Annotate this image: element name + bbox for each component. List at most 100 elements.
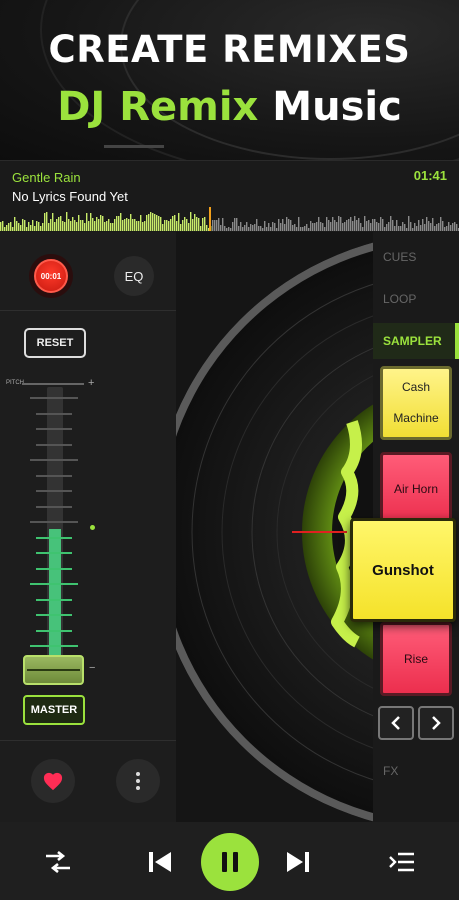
pitch-tick <box>30 459 78 461</box>
waveform-bar <box>110 223 112 231</box>
waveform-bar <box>216 220 218 231</box>
promo-headline: CREATE REMIXES <box>48 28 411 71</box>
waveform-bar <box>84 223 86 231</box>
chevron-left-icon <box>391 716 400 730</box>
waveform-bar <box>258 226 260 231</box>
waveform-bar <box>384 227 386 231</box>
pause-button[interactable] <box>201 833 259 891</box>
waveform-bar <box>56 219 58 231</box>
tab-fx[interactable]: FX <box>383 764 398 778</box>
waveform-bar <box>226 228 228 231</box>
pad-rise[interactable]: Rise <box>380 622 452 696</box>
waveform-bar <box>2 221 4 231</box>
tab-sampler[interactable]: SAMPLER <box>373 323 459 359</box>
tab-cues[interactable]: CUES <box>383 250 416 264</box>
waveform-bar <box>312 223 314 231</box>
waveform-bar <box>232 222 234 231</box>
waveform-bar <box>240 222 242 231</box>
waveform-bar <box>190 212 192 231</box>
reset-pitch-button[interactable]: RESET <box>24 328 86 358</box>
waveform-bar <box>296 227 298 231</box>
more-options-button[interactable] <box>116 759 160 803</box>
pads-next-button[interactable] <box>418 706 454 740</box>
pads-prev-button[interactable] <box>378 706 414 740</box>
waveform-bar <box>446 226 448 231</box>
waveform-bar <box>264 221 266 231</box>
waveform-bar <box>452 223 454 231</box>
waveform-bar <box>400 226 402 231</box>
waveform-bar <box>14 217 16 231</box>
queue-icon <box>389 852 414 872</box>
waveform-bar <box>434 226 436 231</box>
waveform-bar <box>6 225 8 231</box>
waveform-bar <box>98 219 100 231</box>
waveform-bar <box>118 216 120 231</box>
promo-subheadline: DJ Remix Music <box>0 84 459 130</box>
waveform-bar <box>316 222 318 231</box>
pitch-tick <box>36 428 72 430</box>
waveform-bar <box>270 227 272 231</box>
waveform-bar <box>378 223 380 231</box>
waveform-bar <box>276 228 278 231</box>
waveform-bar <box>380 217 382 231</box>
waveform-bar <box>154 214 156 231</box>
waveform-bar <box>186 219 188 231</box>
pad-air-horn[interactable]: Air Horn <box>380 452 452 526</box>
waveform-playhead[interactable] <box>209 207 211 231</box>
pitch-tick <box>36 412 72 415</box>
waveform-bar <box>180 224 182 231</box>
divider <box>0 740 176 741</box>
previous-button[interactable] <box>144 846 176 878</box>
waveform-bar <box>228 227 230 231</box>
pad-label: Air Horn <box>393 481 438 496</box>
waveform-scrubber[interactable] <box>0 207 459 231</box>
waveform-bar <box>306 224 308 231</box>
waveform-bar <box>120 213 122 231</box>
waveform-bar <box>288 219 290 231</box>
waveform-bar <box>236 218 238 231</box>
waveform-bar <box>302 227 304 231</box>
waveform-bar <box>326 217 328 231</box>
queue-button[interactable] <box>386 846 418 878</box>
waveform-bar <box>4 227 6 231</box>
pitch-tick <box>30 521 78 523</box>
pad-gunshot[interactable]: Gunshot <box>350 518 456 622</box>
waveform-bar <box>422 219 424 231</box>
waveform-bar <box>162 224 164 231</box>
next-button[interactable] <box>282 846 314 878</box>
waveform-bar <box>34 226 36 231</box>
waveform-bar <box>342 223 344 231</box>
pitch-minus-label: − <box>89 662 96 674</box>
favorite-button[interactable] <box>31 759 75 803</box>
waveform-bar <box>92 218 94 231</box>
master-button[interactable]: MASTER <box>23 695 85 725</box>
waveform-bar <box>338 216 340 231</box>
shuffle-button[interactable] <box>42 846 74 878</box>
waveform-bar <box>28 222 30 231</box>
tab-loop[interactable]: LOOP <box>383 292 416 306</box>
eq-button[interactable]: EQ <box>114 256 154 296</box>
track-title: Gentle Rain <box>12 170 81 185</box>
record-button[interactable]: 00:01 <box>29 254 73 298</box>
waveform-bar <box>354 216 356 231</box>
waveform-bar <box>42 223 44 231</box>
waveform-bar <box>104 222 106 231</box>
waveform-bar <box>348 219 350 231</box>
waveform-bar <box>124 219 126 231</box>
waveform-bar <box>182 220 184 231</box>
shuffle-icon <box>46 851 70 873</box>
pitch-slider-handle[interactable] <box>23 655 84 685</box>
waveform-bar <box>52 213 54 231</box>
waveform-bar <box>282 219 284 231</box>
waveform-bar <box>344 222 346 231</box>
waveform-bar <box>74 220 76 231</box>
waveform-bar <box>132 219 134 231</box>
pitch-tick <box>36 505 72 508</box>
waveform-bar <box>90 213 92 231</box>
waveform-bar <box>140 215 142 231</box>
waveform-bar <box>352 221 354 231</box>
pad-cash-machine[interactable]: Cash Machine <box>380 366 452 440</box>
promo-sub-accent: DJ Remix <box>57 84 259 130</box>
waveform-bar <box>134 219 136 231</box>
waveform-bar <box>368 220 370 231</box>
